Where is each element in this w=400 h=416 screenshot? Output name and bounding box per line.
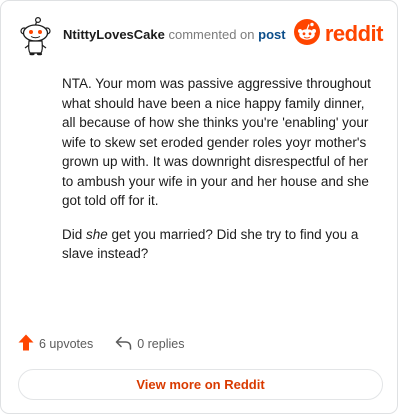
comment-body: NTA. Your mom was passive aggressive thr…	[62, 74, 380, 278]
upvotes-count[interactable]: 6 upvotes	[18, 334, 93, 354]
comment-paragraph: NTA. Your mom was passive aggressive thr…	[62, 76, 371, 208]
reddit-logo-icon	[293, 18, 320, 50]
emphasized-text: she	[86, 226, 108, 242]
comment-footer: 6 upvotes 0 replies	[18, 334, 184, 354]
comment-paragraph: Did she get you married? Did she try to …	[62, 226, 359, 262]
reddit-wordmark: reddit	[324, 21, 384, 46]
snoo-avatar-icon[interactable]	[20, 16, 52, 56]
comment-embed-card: NtittyLovesCake commented on post reddit	[0, 0, 398, 414]
reddit-brand[interactable]: reddit	[293, 18, 384, 50]
byline-action-text: commented on	[168, 27, 255, 42]
replies-count[interactable]: 0 replies	[115, 336, 184, 353]
comment-byline: NtittyLovesCake commented on post	[63, 27, 286, 42]
upvotes-label: 6 upvotes	[39, 337, 94, 351]
comment-header: NtittyLovesCake commented on post reddit	[14, 15, 384, 56]
post-link[interactable]: post	[258, 27, 285, 42]
reply-arrow-icon	[115, 336, 137, 353]
author-username[interactable]: NtittyLovesCake	[63, 27, 165, 42]
upvote-arrow-icon	[18, 334, 39, 354]
view-more-button[interactable]: View more on Reddit	[18, 369, 383, 400]
replies-label: 0 replies	[137, 337, 185, 351]
